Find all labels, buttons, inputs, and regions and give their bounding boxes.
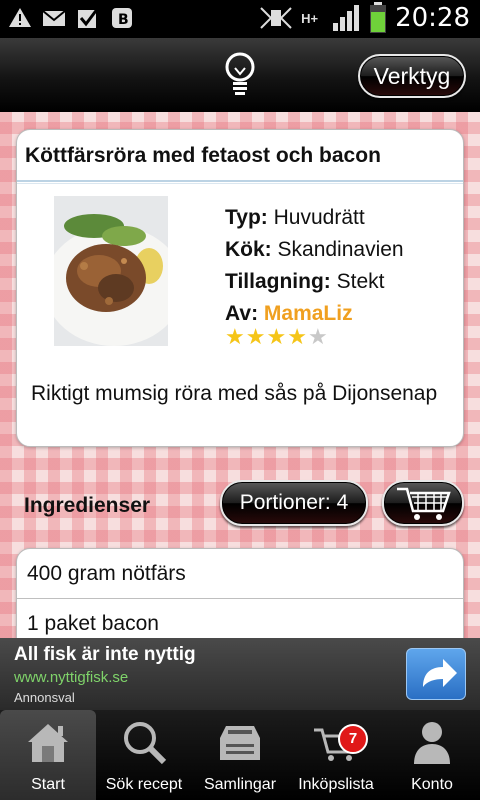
tab-start[interactable]: Start	[0, 710, 96, 800]
type-label: Typ:	[225, 206, 268, 229]
tab-account[interactable]: Konto	[384, 710, 480, 800]
meta-type: Typ: Huvudrätt	[225, 202, 404, 234]
type-value: Huvudrätt	[273, 206, 365, 229]
recipe-content[interactable]: Köttfärsröra med fetaost och bacon Typ: …	[0, 112, 480, 638]
recipe-description: Riktigt mumsig röra med sås på Dijonsena…	[31, 382, 438, 405]
tab-shopping-list[interactable]: 7 Inköpslista	[288, 710, 384, 800]
notification-icons: B	[8, 6, 134, 30]
method-value: Stekt	[336, 270, 385, 293]
tab-search-recipes[interactable]: Sök recept	[96, 710, 192, 800]
network-type: H+	[301, 10, 319, 26]
star-empty-icon: ★	[307, 324, 328, 349]
method-label: Tillagning:	[225, 270, 331, 293]
share-arrow-icon	[423, 659, 457, 687]
tools-button[interactable]: Verktyg	[358, 54, 466, 98]
meta-cuisine: Kök: Skandinavien	[225, 234, 404, 266]
star-filled-icon: ★	[266, 324, 287, 349]
bottom-nav: Start Sök recept Samlingar 7 Inköpslista…	[0, 710, 480, 800]
author-label: Av:	[225, 302, 259, 325]
clock: 20:28	[395, 3, 470, 33]
warning-icon	[9, 8, 31, 27]
signal-icon	[333, 5, 360, 31]
cuisine-label: Kök:	[225, 238, 272, 261]
ad-open-button[interactable]	[406, 648, 466, 700]
home-icon	[28, 724, 68, 762]
add-to-cart-button[interactable]	[382, 480, 464, 526]
ingredient-row: 400 gram nötfärs	[17, 549, 463, 599]
meta-method: Tillagning: Stekt	[225, 266, 404, 298]
recipe-title: Köttfärsröra med fetaost och bacon	[25, 144, 381, 167]
rating-stars: ★ ★ ★ ★ ★	[225, 326, 328, 348]
recipe-card: Köttfärsröra med fetaost och bacon Typ: …	[16, 129, 464, 447]
star-filled-icon: ★	[225, 324, 245, 349]
cart-badge: 7	[338, 724, 368, 754]
lightbulb-icon[interactable]	[222, 52, 258, 100]
ingredients-list: 400 gram nötfärs 1 paket bacon	[16, 548, 464, 638]
tab-label: Sök recept	[105, 776, 183, 793]
ad-choices-label[interactable]: Annonsval	[14, 690, 75, 705]
svg-text:B: B	[118, 12, 129, 28]
check-icon	[78, 7, 100, 28]
tab-label: Start	[31, 776, 65, 793]
tab-label: Samlingar	[203, 776, 277, 793]
action-bar: Verktyg	[0, 38, 480, 112]
author-link[interactable]: MamaLiz	[264, 302, 353, 325]
ad-url[interactable]: www.nyttigfisk.se	[14, 669, 128, 686]
cart-icon	[397, 487, 451, 520]
ingredient-row: 1 paket bacon	[17, 599, 463, 638]
tab-collections[interactable]: Samlingar	[192, 710, 288, 800]
recipe-photo[interactable]	[54, 196, 168, 346]
title-divider	[17, 180, 463, 184]
battery-icon	[370, 2, 387, 33]
star-filled-icon: ★	[287, 324, 307, 349]
ad-title[interactable]: All fisk är inte nyttig	[14, 644, 196, 666]
mail-icon	[42, 10, 66, 26]
star-filled-icon: ★	[245, 324, 266, 349]
cuisine-value: Skandinavien	[277, 238, 404, 261]
tab-label: Konto	[411, 776, 453, 793]
portions-button[interactable]: Portioner: 4	[220, 480, 368, 526]
status-bar: B H+ 20:28	[0, 0, 480, 38]
blogger-icon: B	[112, 8, 132, 28]
search-icon	[124, 722, 167, 765]
recipe-photo-image	[54, 196, 168, 346]
person-icon	[414, 722, 450, 764]
collections-icon	[220, 726, 260, 760]
ingredients-header: Ingredienser	[24, 494, 151, 517]
vibrate-icon	[260, 7, 292, 29]
tab-label: Inköpslista	[298, 776, 374, 793]
ad-banner[interactable]: All fisk är inte nyttig www.nyttigfisk.s…	[0, 638, 480, 710]
recipe-meta: Typ: Huvudrätt Kök: Skandinavien Tillagn…	[225, 202, 404, 330]
